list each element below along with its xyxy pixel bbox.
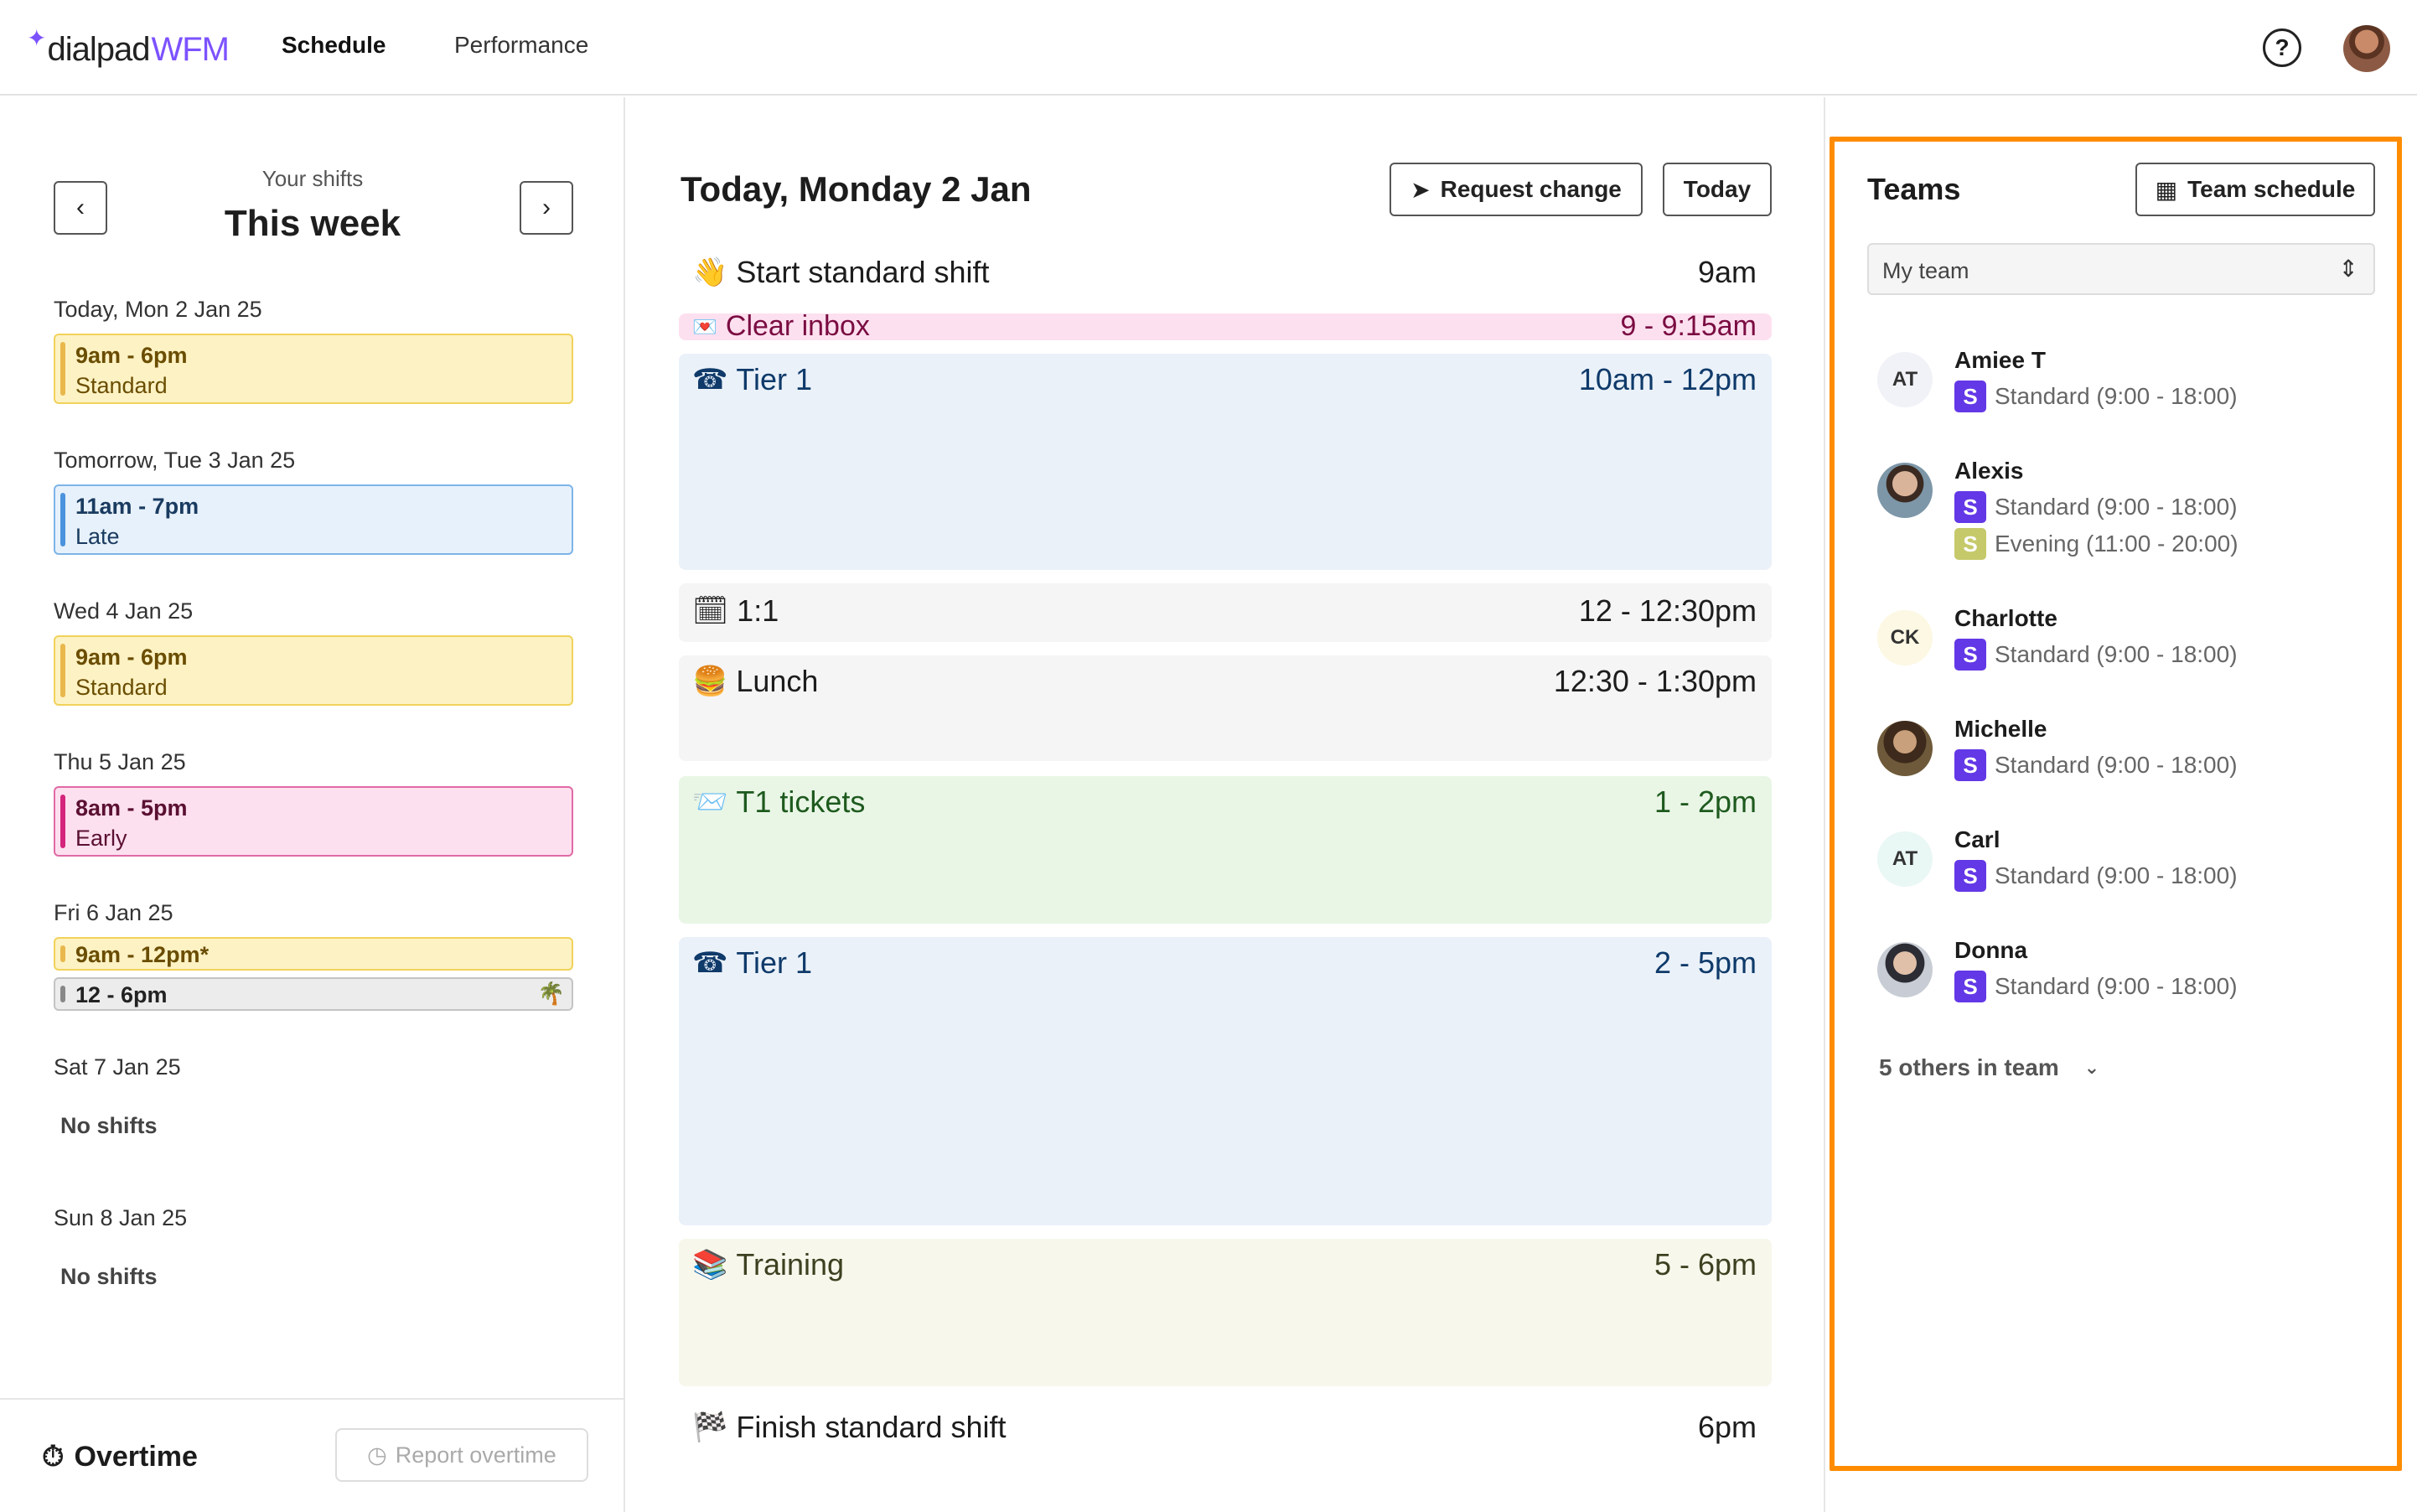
sparkle-icon: ✦ <box>27 24 46 51</box>
shift-card[interactable]: 9am - 12pm* <box>54 937 573 971</box>
books-icon: 📚 <box>692 1248 728 1282</box>
shift-badge: S <box>1954 528 1986 560</box>
shift-badge: S <box>1954 381 1986 412</box>
calendar-icon: 🗓 <box>692 594 729 628</box>
today-button[interactable]: Today <box>1663 163 1772 216</box>
shift-card[interactable]: 9am - 6pm Standard <box>54 635 573 706</box>
day-label: Fri 6 Jan 25 <box>54 900 173 925</box>
send-icon: ➤ <box>1410 176 1431 203</box>
team-schedule-button[interactable]: ▦ Team schedule <box>2135 163 2375 216</box>
others-in-team-toggle[interactable]: 5 others in team ⌄ <box>1879 1054 2099 1081</box>
avatar: AT <box>1877 352 1933 407</box>
avatar <box>1877 463 1933 518</box>
avatar: CK <box>1877 610 1933 665</box>
avatar <box>1877 721 1933 776</box>
help-icon[interactable]: ? <box>2263 28 2301 67</box>
no-shifts-text: No shifts <box>60 1113 158 1138</box>
burger-icon: 🍔 <box>692 665 728 698</box>
shift-badge: S <box>1954 491 1986 523</box>
waving-hand-icon: 👋 <box>692 256 728 289</box>
teams-title: Teams <box>1867 172 1961 206</box>
clock-icon: ◷ <box>367 1442 387 1468</box>
day-schedule-panel: Today, Monday 2 Jan ➤ Request change Tod… <box>627 97 1825 1512</box>
chevron-down-icon: ⌄ <box>2083 1057 2100 1078</box>
schedule-event[interactable]: ☎ Tier 1 2 - 5pm <box>679 937 1772 1225</box>
shift-card[interactable]: 8am - 5pm Early <box>54 786 573 857</box>
overtime-section: ⏱ Overtime ◷ Report overtime <box>0 1398 625 1512</box>
schedule-event[interactable]: ☎ Tier 1 10am - 12pm <box>679 354 1772 570</box>
avatar: AT <box>1877 831 1933 887</box>
schedule-event[interactable]: 🗓 1:1 12 - 12:30pm <box>679 583 1772 642</box>
team-select[interactable]: My team ⇕ <box>1867 243 2375 295</box>
day-label: Sun 8 Jan 25 <box>54 1205 188 1230</box>
love-letter-icon: 💌 <box>692 314 717 339</box>
next-week-button[interactable]: › <box>520 181 573 235</box>
day-label: Sat 7 Jan 25 <box>54 1054 181 1080</box>
request-change-button[interactable]: ➤ Request change <box>1390 163 1643 216</box>
inbox-tray-icon: 📨 <box>692 785 728 819</box>
palm-tree-icon: 🌴 <box>537 981 565 1007</box>
nav-schedule[interactable]: Schedule <box>282 32 386 59</box>
user-avatar[interactable] <box>2343 25 2390 72</box>
overtime-title: ⏱ Overtime <box>42 1440 198 1473</box>
no-shifts-text: No shifts <box>60 1264 158 1289</box>
shift-card[interactable]: 12 - 6pm 🌴 <box>54 977 573 1011</box>
dialpad-wfm-logo[interactable]: ✦ dialpad WFM <box>27 25 230 70</box>
day-label: Thu 5 Jan 25 <box>54 749 186 774</box>
chevron-right-icon: › <box>542 194 551 221</box>
checkered-flag-icon: 🏁 <box>692 1411 728 1444</box>
shift-badge: S <box>1954 971 1986 1002</box>
nav-performance[interactable]: Performance <box>454 32 588 59</box>
day-label: Wed 4 Jan 25 <box>54 598 194 624</box>
day-label: Tomorrow, Tue 3 Jan 25 <box>54 448 296 473</box>
shift-badge: S <box>1954 639 1986 671</box>
chevron-up-down-icon: ⇕ <box>2338 256 2358 282</box>
telephone-icon: ☎ <box>692 363 728 396</box>
schedule-event[interactable]: 📚 Training 5 - 6pm <box>679 1239 1772 1386</box>
avatar <box>1877 942 1933 997</box>
telephone-icon: ☎ <box>692 946 728 980</box>
shift-card[interactable]: 9am - 6pm Standard <box>54 334 573 404</box>
top-bar: ✦ dialpad WFM Schedule Performance ? <box>0 0 2417 96</box>
schedule-event[interactable]: 🍔 Lunch 12:30 - 1:30pm <box>679 655 1772 761</box>
teams-highlight-frame <box>1830 137 2402 1471</box>
schedule-event[interactable]: 👋 Start standard shift 9am <box>679 246 1772 297</box>
stopwatch-icon: ⏱ <box>42 1440 65 1473</box>
shift-card[interactable]: 11am - 7pm Late <box>54 484 573 555</box>
day-title: Today, Monday 2 Jan <box>681 169 1032 209</box>
schedule-event[interactable]: 📨 T1 tickets 1 - 2pm <box>679 776 1772 924</box>
schedule-event[interactable]: 💌 Clear inbox 9 - 9:15am <box>679 310 1772 342</box>
report-overtime-button[interactable]: ◷ Report overtime <box>335 1428 588 1482</box>
shift-badge: S <box>1954 749 1986 781</box>
calendar-icon: ▦ <box>2155 176 2178 203</box>
schedule-event[interactable]: 🏁 Finish standard shift 6pm <box>679 1401 1772 1452</box>
weekly-shifts-panel: ‹ Your shifts This week › Today, Mon 2 J… <box>0 97 625 1512</box>
shift-badge: S <box>1954 860 1986 892</box>
day-label: Today, Mon 2 Jan 25 <box>54 297 262 322</box>
